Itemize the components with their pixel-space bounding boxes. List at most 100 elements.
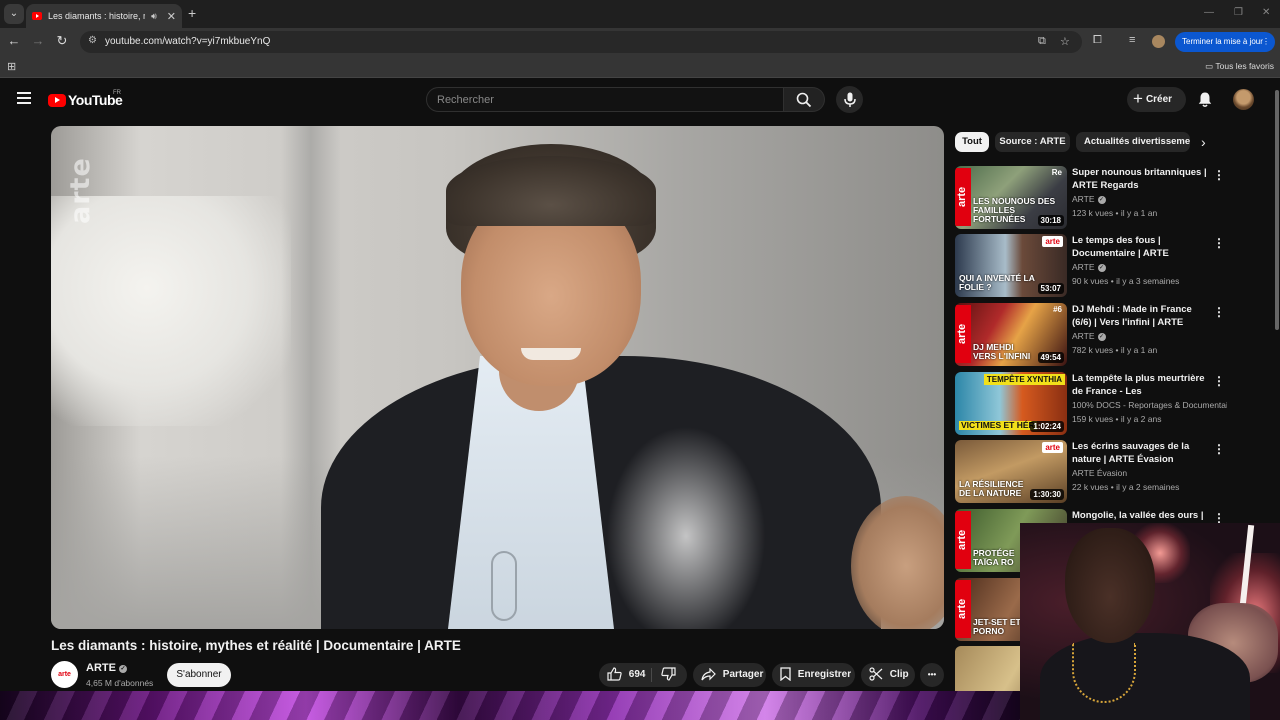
minimize-icon[interactable]: — xyxy=(1204,7,1214,18)
recommendation-title[interactable]: La tempête la plus meurtrière de France … xyxy=(1072,372,1212,398)
video-duration: 30:18 xyxy=(1037,215,1064,226)
recommendation-item[interactable]: arte #6 DJ Mehdi vers l'infini 49:54 DJ … xyxy=(955,303,1225,367)
upload-age: il y a 2 semaines xyxy=(1116,482,1180,492)
more-actions-button[interactable]: ••• xyxy=(920,663,944,687)
search-button[interactable] xyxy=(784,87,825,112)
chevron-right-icon[interactable]: › xyxy=(1201,134,1206,150)
recommendation-item[interactable]: Tempête Xynthia Victimes et hér 1:02:24 … xyxy=(955,372,1227,436)
profile-avatar[interactable] xyxy=(1152,35,1165,48)
recommendation-title[interactable]: Le temps des fous | Documentaire | ARTE xyxy=(1072,234,1212,260)
search-box[interactable] xyxy=(426,87,784,112)
kebab-menu-icon[interactable]: ⋮ xyxy=(1213,374,1225,388)
site-info-icon[interactable]: ⚙ xyxy=(88,35,97,46)
clip-button[interactable]: Clip xyxy=(861,663,915,687)
kebab-menu-icon[interactable]: ⋮ xyxy=(1213,236,1225,250)
youtube-logo[interactable]: YouTube xyxy=(48,92,123,108)
tab-search-icon[interactable]: ⌄ xyxy=(4,4,24,24)
recommendation-item[interactable]: arte Re Les nounous des familles fortuné… xyxy=(955,166,1225,230)
webcam-person-head xyxy=(1065,528,1155,643)
apps-grid-icon[interactable]: ⊞ xyxy=(7,60,16,73)
browser-tab-active[interactable]: Les diamants : histoire, myth 🔊︎ ✕ xyxy=(26,4,182,28)
channel-name-row[interactable]: ARTE ✓ xyxy=(86,662,127,674)
video-thumbnail[interactable]: arte #6 DJ Mehdi vers l'infini 49:54 xyxy=(955,303,1067,366)
install-app-icon[interactable]: ⧉ xyxy=(1038,35,1046,48)
back-icon[interactable]: ← xyxy=(5,33,23,48)
create-label: Créer xyxy=(1145,94,1173,106)
page-scrollbar[interactable] xyxy=(1275,90,1279,330)
recommendation-channel[interactable]: ARTE ✓ xyxy=(1072,194,1227,204)
create-button[interactable]: + Créer xyxy=(1127,87,1186,112)
thumbs-up-icon xyxy=(607,667,622,681)
url-text[interactable]: youtube.com/watch?v=yi7mkbueYnQ xyxy=(105,36,270,47)
more-horizontal-icon: ••• xyxy=(927,670,937,679)
bookmark-star-icon[interactable]: ☆ xyxy=(1060,35,1070,48)
recommendation-channel[interactable]: ARTE ✓ xyxy=(1072,331,1227,341)
forward-icon[interactable]: → xyxy=(29,33,47,48)
clip-label: Clip xyxy=(889,669,909,680)
dislike-button[interactable] xyxy=(661,663,676,687)
chip-all[interactable]: Tout xyxy=(955,132,989,152)
view-count: 159 k vues xyxy=(1072,414,1114,424)
channel-avatar[interactable]: arte xyxy=(51,661,78,688)
new-tab-icon[interactable]: + xyxy=(188,5,196,21)
menu-icon[interactable] xyxy=(17,92,31,107)
channel-name: ARTE xyxy=(1072,331,1095,341)
arte-watermark: arte xyxy=(65,157,96,224)
video-player[interactable]: arte xyxy=(51,126,944,629)
update-button[interactable]: Terminer la mise à jour ⋮ xyxy=(1175,32,1275,52)
recommendation-item[interactable]: arte La résilience de la nature 1:30:30 … xyxy=(955,440,1225,504)
video-thumbnail[interactable]: arte La résilience de la nature 1:30:30 xyxy=(955,440,1067,503)
search-input[interactable] xyxy=(427,88,783,111)
video-thumbnail[interactable]: Tempête Xynthia Victimes et hér 1:02:24 xyxy=(955,372,1067,435)
recommendation-title[interactable]: DJ Mehdi : Made in France (6/6) | Vers l… xyxy=(1072,303,1212,329)
reading-list-icon[interactable]: ≡ xyxy=(1129,34,1135,46)
kebab-menu-icon[interactable]: ⋮ xyxy=(1213,168,1225,182)
thumbnail-corner-label: #6 xyxy=(1053,305,1062,314)
reload-icon[interactable]: ↻ xyxy=(53,33,71,49)
browser-tabstrip: ⌄ Les diamants : histoire, myth 🔊︎ ✕ + —… xyxy=(0,0,1280,28)
tab-close-icon[interactable]: ✕ xyxy=(167,10,176,23)
kebab-menu-icon[interactable]: ⋮ xyxy=(1262,32,1270,52)
view-count: 22 k vues xyxy=(1072,482,1109,492)
user-avatar[interactable] xyxy=(1233,89,1254,110)
notifications-bell-icon[interactable] xyxy=(1197,91,1213,108)
recommendation-channel[interactable]: 100% DOCS - Reportages & Documentair… xyxy=(1072,400,1227,410)
recommendation-title[interactable]: Les écrins sauvages de la nature | ARTE … xyxy=(1072,440,1212,466)
like-button[interactable]: 694 xyxy=(607,663,645,687)
speaker-icon[interactable]: 🔊︎ xyxy=(151,11,157,22)
recommendation-meta: 22 k vues • il y a 2 semaines xyxy=(1072,482,1180,492)
chip-entertainment-news[interactable]: Actualités divertissement xyxy=(1076,132,1190,152)
recommendation-meta: 782 k vues • il y a 1 an xyxy=(1072,345,1158,355)
search-icon xyxy=(796,92,812,108)
chip-source-arte[interactable]: Source : ARTE xyxy=(995,132,1070,152)
save-label: Enregistrer xyxy=(797,669,852,680)
voice-search-button[interactable] xyxy=(836,86,863,113)
close-window-icon[interactable]: ✕ xyxy=(1262,7,1270,18)
recommendation-item[interactable]: arte Qui a inventé la folie ? 53:07 Le t… xyxy=(955,234,1225,298)
share-button[interactable]: Partager xyxy=(693,663,766,687)
video-thumbnail[interactable]: arte Qui a inventé la folie ? 53:07 xyxy=(955,234,1067,297)
save-button[interactable]: Enregistrer xyxy=(772,663,855,687)
kebab-menu-icon[interactable]: ⋮ xyxy=(1213,305,1225,319)
recommendation-meta: 159 k vues • il y a 2 ans xyxy=(1072,414,1162,424)
view-count: 782 k vues xyxy=(1072,345,1114,355)
address-bar[interactable]: ⚙ youtube.com/watch?v=yi7mkbueYnQ ⧉ ☆ xyxy=(80,31,1082,53)
subscribe-button[interactable]: S'abonner xyxy=(167,663,231,687)
video-frame-blurred-hand xyxy=(606,426,766,629)
share-label: Partager xyxy=(722,669,764,680)
maximize-icon[interactable]: ❐ xyxy=(1234,7,1243,18)
recommendation-channel[interactable]: ARTE Évasion xyxy=(1072,468,1227,478)
arte-logo: arte xyxy=(955,305,971,363)
recommendation-title[interactable]: Super nounous britanniques | ARTE Regard… xyxy=(1072,166,1212,192)
recommendation-channel[interactable]: ARTE ✓ xyxy=(1072,262,1227,272)
all-bookmarks[interactable]: ▭ Tous les favoris xyxy=(1205,61,1274,72)
recommendation-title[interactable]: Mongolie, la vallée des ours | xyxy=(1072,509,1212,522)
extensions-icon[interactable]: ⧠ xyxy=(1093,34,1102,47)
channel-name[interactable]: ARTE xyxy=(86,662,116,674)
channel-name: ARTE xyxy=(1072,194,1095,204)
video-thumbnail[interactable]: arte Re Les nounous des familles fortuné… xyxy=(955,166,1067,229)
country-code: FR xyxy=(113,90,121,96)
kebab-menu-icon[interactable]: ⋮ xyxy=(1213,442,1225,456)
thumbnail-corner-label: Tempête Xynthia xyxy=(983,374,1065,385)
screen: ⌄ Les diamants : histoire, myth 🔊︎ ✕ + —… xyxy=(0,0,1280,720)
